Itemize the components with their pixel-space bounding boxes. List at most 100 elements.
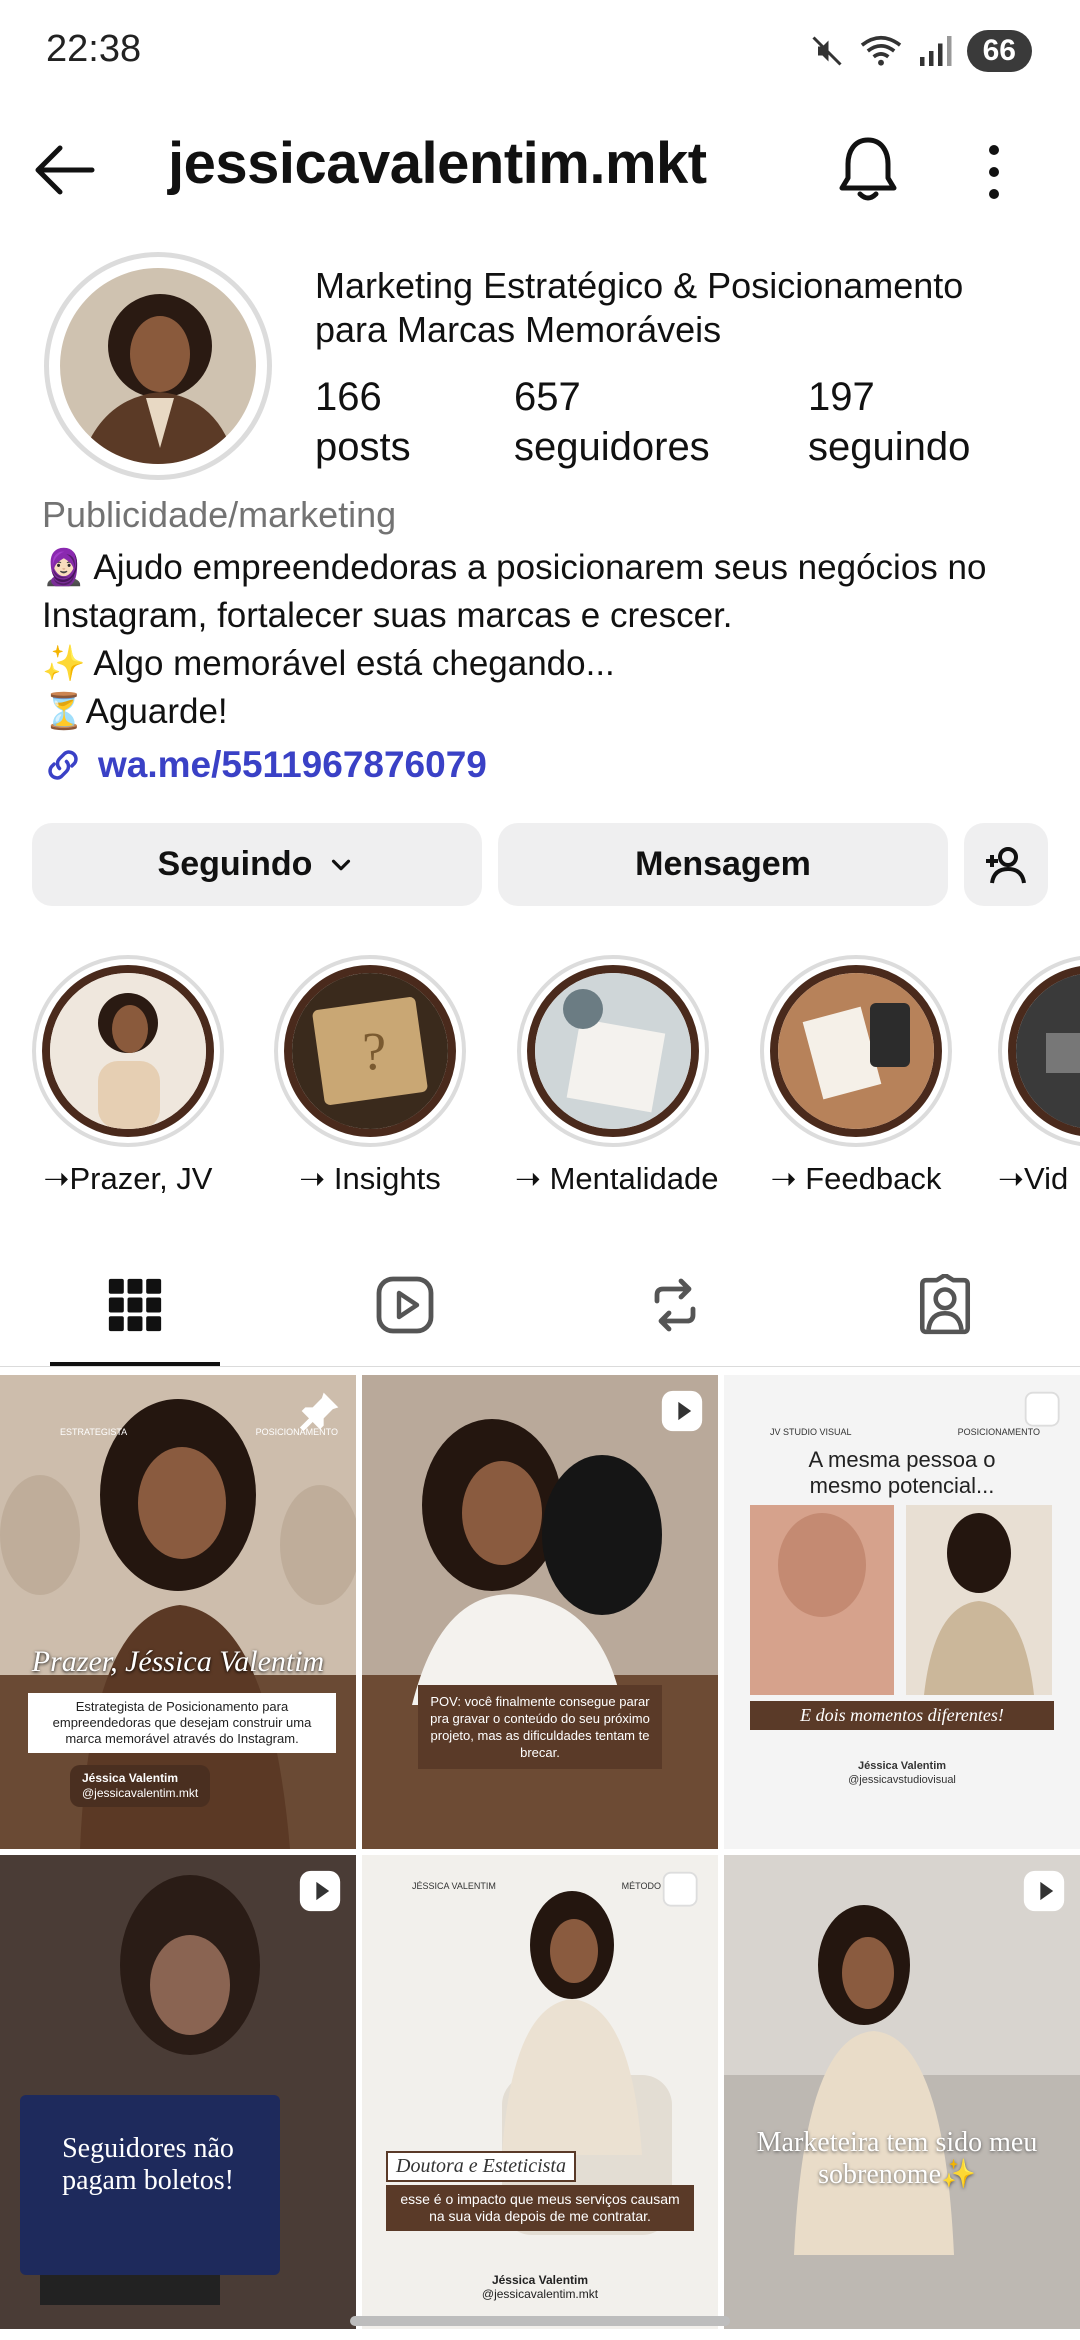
status-icons: 66 [809,28,1032,74]
post-title: Seguidores não pagam boletos! [62,2133,234,2196]
post-title: Doutora e Esteticista [386,2151,576,2182]
highlight-feedback[interactable]: ➝ Feedback [758,955,954,1197]
post-subtitle: E dois momentos diferentes! [750,1701,1054,1730]
chevron-down-icon [332,859,351,870]
signal-icon [919,36,952,66]
avatar-image [60,268,256,464]
post-tile[interactable]: JV STUDIO VISUAL POSICIONAMENTO A mesma … [724,1375,1080,1849]
arrow-left-icon [35,145,95,195]
bio-line: 🧕🏻 Ajudo empreendedoras a posicionarem s… [42,548,987,587]
message-label: Mensagem [635,845,811,883]
post-tile[interactable]: Seguidores não pagam boletos! [0,1855,356,2329]
reel-icon [299,1870,341,1912]
add-user-icon [986,846,1026,883]
highlight-ring [760,955,952,1147]
stat-posts[interactable]: 166 posts [315,372,411,472]
bio-title-line: Marketing Estratégico & Posicionamento [315,265,964,306]
bio-title: Marketing Estratégico & Posicionamento p… [315,264,1055,352]
stat-label: posts [315,425,411,469]
post-caption: esse é o impacto que meus serviços causa… [386,2185,694,2231]
post-tile[interactable]: POV: você finalmente consegue parar pra … [362,1375,718,1849]
grid-icon [108,1278,162,1332]
post-thumbnail [724,1855,1080,2329]
post-thumbnail [0,1855,356,2329]
carousel-icon [662,1871,698,1907]
highlight-ring: ? [274,955,466,1147]
bio-title-line: para Marcas Memoráveis [315,309,722,350]
mute-icon [812,36,842,66]
highlight-cover [42,965,214,1137]
stat-value: 166 [315,375,382,419]
link-text: wa.me/5511967876079 [98,744,487,785]
stat-value: 197 [808,375,875,419]
highlight-label: ➝Vid [998,1161,1069,1196]
following-button[interactable]: Seguindo [32,823,482,906]
highlight-label: ➝ Mentalidade [515,1161,719,1196]
bio-line: ⏳Aguarde! [42,692,228,731]
highlight-ring [32,955,224,1147]
battery-indicator: 66 [966,30,1032,72]
post-thumbnail [502,1891,672,2235]
bio-line: ✨ Algo memorável está chegando... [42,644,615,683]
highlight-cover [527,965,699,1137]
svg-text:?: ? [362,1021,386,1081]
home-indicator[interactable] [350,2316,730,2326]
highlight-prazer[interactable]: ➝Prazer, JV [30,955,226,1197]
highlight-label: ➝ Insights [299,1161,441,1196]
highlight-mentalidade[interactable]: ➝ Mentalidade [515,955,719,1197]
post-thumbnail [362,1375,718,1849]
post-handle: @jessicavalentim.mkt [481,2287,599,2301]
post-handle: @jessicavstudiovisual [848,1774,956,1786]
suggest-people-button[interactable] [964,823,1048,906]
post-tile[interactable]: ESTRATEGISTA POSICIONAMENTO Prazer, Jéss… [0,1375,356,1849]
bell-icon [839,137,897,201]
post-author: Jéssica Valentim [82,1771,179,1785]
tab-tagged[interactable] [905,1270,985,1340]
highlight-label: ➝ Feedback [770,1161,942,1196]
stat-label: seguindo [808,425,971,469]
highlight-ring [517,955,709,1147]
post-author: Jéssica Valentim [491,2273,589,2287]
status-time: 22:38 [46,28,142,70]
post-author: Jéssica Valentim [857,1760,947,1772]
highlight-label: ➝Prazer, JV [43,1161,213,1196]
link-icon [48,750,78,780]
highlight-cover: ? [284,965,456,1137]
reel-icon [661,1390,703,1432]
more-options-button[interactable] [978,140,1010,204]
notifications-button[interactable] [836,134,900,206]
profile-category: Publicidade/marketing [42,494,397,535]
post-author-tag: Jéssica Valentim @jessicavalentim.mkt [362,2273,718,2301]
stat-followers[interactable]: 657 seguidores [514,372,710,472]
highlight-videos[interactable]: ➝Vid [998,955,1080,1197]
repost-icon [654,1278,696,1332]
carousel-icon [1024,1391,1060,1427]
tab-reels[interactable] [365,1270,445,1340]
post-title: Marketeira tem sido meu sobrenome✨ [756,2127,1038,2190]
stat-value: 657 [514,375,581,419]
post-caption: Estrategista de Posicionamento para empr… [28,1693,336,1753]
profile-username: jessicavalentim.mkt [168,131,707,196]
tab-divider [0,1366,1080,1367]
highlight-cover [770,965,942,1137]
following-label: Seguindo [157,845,313,883]
profile-avatar[interactable] [44,252,272,480]
tab-posts-grid[interactable] [95,1270,175,1340]
message-button[interactable]: Mensagem [498,823,948,906]
post-author-tag: Jéssica Valentim @jessicavstudiovisual [724,1759,1080,1787]
highlight-insights[interactable]: ? ➝ Insights [272,955,468,1197]
post-tile[interactable]: JÉSSICA VALENTIM MÉTODO EPI Doutora e Es… [362,1855,718,2329]
stat-following[interactable]: 197 seguindo [808,372,970,472]
tagged-person-icon [919,1274,971,1335]
wifi-icon [860,35,901,66]
back-button[interactable] [30,140,100,200]
post-header-left: JÉSSICA VALENTIM [412,1881,496,1891]
post-tile[interactable]: Marketeira tem sido meu sobrenome✨ [724,1855,1080,2329]
highlight-cover [1008,965,1080,1137]
reels-play-icon [376,1276,434,1334]
highlight-ring [998,955,1080,1147]
stat-label: seguidores [514,425,710,469]
tab-reposts[interactable] [635,1270,715,1340]
more-vertical-icon [989,145,999,199]
profile-link[interactable]: wa.me/5511967876079 [42,744,487,786]
